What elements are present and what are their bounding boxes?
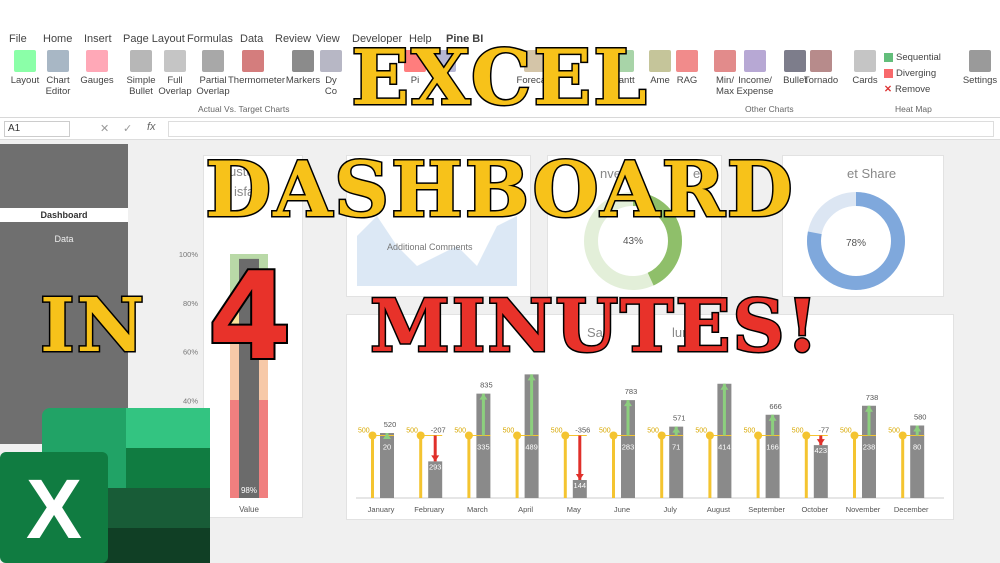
excel-logo: X xyxy=(0,408,210,563)
excel-logo-letter: X xyxy=(26,462,82,556)
sidebar-item-label: Data xyxy=(54,234,74,244)
headline-in: IN xyxy=(38,283,147,369)
cancel-icon[interactable]: ✕ xyxy=(100,122,109,135)
comments-label: Additional Comments xyxy=(387,242,473,252)
formula-input[interactable] xyxy=(168,121,994,137)
headline-excel: EXCEL xyxy=(350,33,649,122)
sidebar-item-data[interactable]: Data xyxy=(0,234,128,244)
enter-icon[interactable]: ✓ xyxy=(123,122,132,135)
headline-minutes: MINUTES! xyxy=(368,283,821,368)
name-box[interactable]: A1 xyxy=(4,121,70,137)
function-icon[interactable]: fx xyxy=(147,121,156,133)
headline-four: 4 xyxy=(206,248,294,387)
headline-dashboard: DASHBOARD xyxy=(204,145,795,234)
headline-line3: IN 4 MINUTES! xyxy=(0,248,1000,387)
